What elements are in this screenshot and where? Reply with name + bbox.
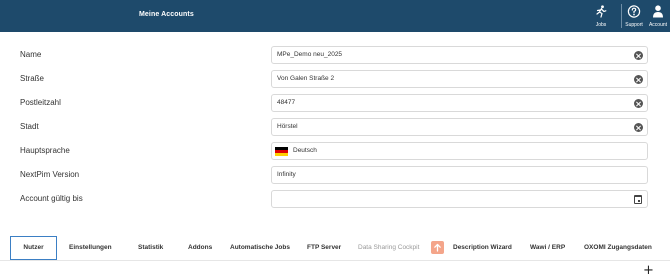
support-label: Support: [625, 22, 643, 28]
zip-input[interactable]: 48477: [271, 94, 648, 112]
de-flag-icon: [275, 147, 288, 156]
name-value: MPe_Demo neu_2025: [277, 51, 343, 58]
tab-ftp-server[interactable]: FTP Server: [307, 236, 341, 260]
city-label: Stadt: [20, 122, 39, 131]
tab-data-sharing-cockpit[interactable]: Data Sharing Cockpit: [358, 236, 419, 260]
version-input[interactable]: Infinity: [271, 166, 648, 184]
street-value: Von Galen Straße 2: [277, 75, 335, 82]
upload-icon[interactable]: [431, 241, 444, 254]
name-row: Name MPe_Demo neu_2025: [0, 46, 670, 64]
city-input[interactable]: Hörstel: [271, 118, 648, 136]
street-label: Straße: [20, 74, 45, 83]
support-button[interactable]: Support: [622, 0, 646, 32]
zip-label: Postleitzahl: [20, 98, 61, 107]
jobs-button[interactable]: Jobs: [589, 0, 613, 32]
valid-until-row: Account gültig bis: [0, 190, 670, 208]
name-label: Name: [20, 50, 42, 59]
zip-value: 48477: [277, 99, 296, 106]
name-input[interactable]: MPe_Demo neu_2025: [271, 46, 648, 64]
tab-oxomi-zugangsdaten[interactable]: OXOMI Zugangsdaten: [584, 236, 652, 260]
language-row: Hauptsprache Deutsch: [0, 142, 670, 160]
account-label: Account: [648, 22, 668, 28]
user-icon: [653, 5, 663, 18]
city-row: Stadt Hörstel: [0, 118, 670, 136]
tab-einstellungen[interactable]: Einstellungen: [69, 236, 112, 260]
zip-row: Postleitzahl 48477: [0, 94, 670, 112]
running-person-icon: [596, 5, 607, 18]
calendar-icon[interactable]: [634, 195, 642, 204]
tab-addons[interactable]: Addons: [188, 236, 212, 260]
street-row: Straße Von Galen Straße 2: [0, 70, 670, 88]
tab-nutzer[interactable]: Nutzer: [10, 236, 57, 260]
clear-icon[interactable]: [634, 99, 643, 108]
language-value: Deutsch: [293, 147, 317, 154]
clear-icon[interactable]: [634, 51, 643, 60]
version-row: NextPim Version Infinity: [0, 166, 670, 184]
tab-statistik[interactable]: Statistik: [138, 236, 163, 260]
clear-icon[interactable]: [634, 75, 643, 84]
tab-automatische-jobs[interactable]: Automatische Jobs: [230, 236, 290, 260]
page-title: Meine Accounts: [139, 11, 194, 18]
city-value: Hörstel: [277, 123, 298, 130]
street-input[interactable]: Von Galen Straße 2: [271, 70, 648, 88]
clear-icon[interactable]: [634, 123, 643, 132]
top-bar: Meine Accounts Jobs Support Account: [0, 0, 670, 32]
jobs-label: Jobs: [595, 22, 607, 28]
language-label: Hauptsprache: [20, 146, 70, 155]
help-icon: [627, 5, 641, 18]
tab-bar: Nutzer Einstellungen Statistik Addons Au…: [0, 236, 670, 260]
account-button[interactable]: Account: [646, 0, 670, 32]
version-label: NextPim Version: [20, 170, 80, 179]
version-value: Infinity: [277, 171, 296, 178]
tab-wawi-erp[interactable]: Wawi / ERP: [530, 236, 565, 260]
add-button[interactable]: +: [643, 264, 654, 277]
tab-divider: [0, 260, 670, 261]
language-select[interactable]: Deutsch: [271, 142, 648, 160]
valid-until-date-input[interactable]: [271, 190, 648, 208]
tab-description-wizard[interactable]: Description Wizard: [453, 236, 512, 260]
valid-until-label: Account gültig bis: [20, 194, 83, 203]
